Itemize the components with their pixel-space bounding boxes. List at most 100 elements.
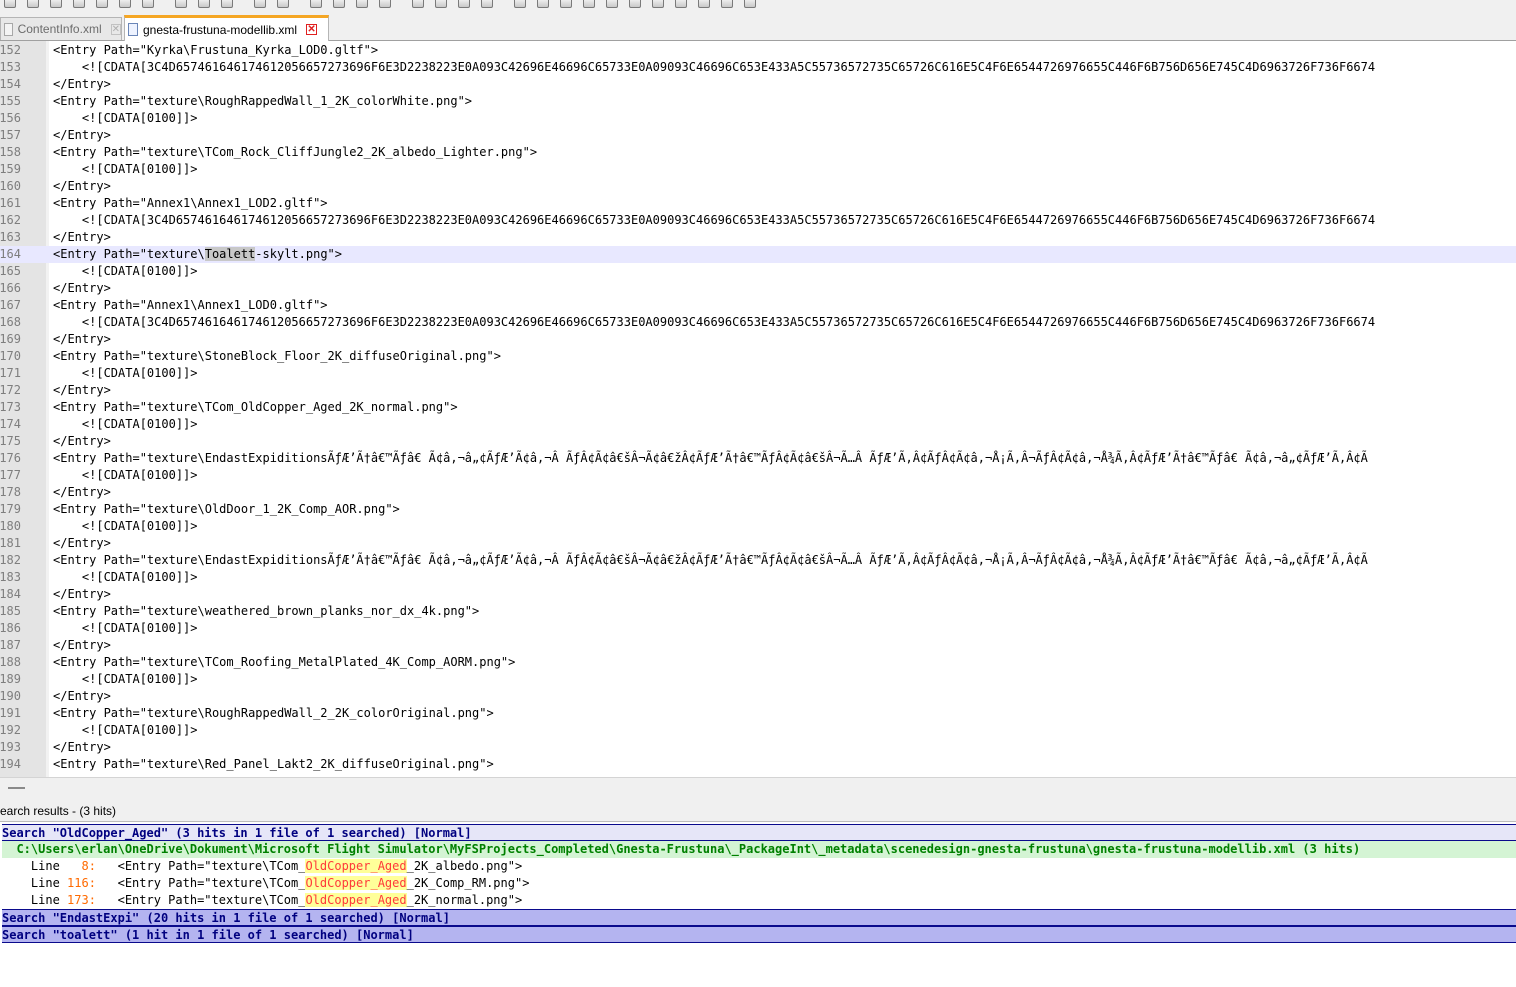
- code-line[interactable]: 190 </Entry>: [0, 688, 1516, 705]
- close-icon[interactable]: ✕: [110, 23, 121, 35]
- lang-icon[interactable]: [537, 0, 549, 8]
- code-line[interactable]: 173 <Entry Path="texture\TCom_OldCopper_A…: [0, 399, 1516, 416]
- word-wrap-icon[interactable]: [458, 0, 470, 8]
- zoom-out-icon[interactable]: [379, 0, 391, 8]
- code-line[interactable]: 162 <![CDATA[3C4D65746164617461205665727…: [0, 212, 1516, 229]
- code-line[interactable]: 152 <Entry Path="Kyrka\Frustuna_Kyrka_LOD…: [0, 42, 1516, 59]
- code-line[interactable]: 174 <![CDATA[0100]]>: [0, 416, 1516, 433]
- panel-splitter[interactable]: [0, 777, 1516, 801]
- new-file-icon[interactable]: [4, 0, 16, 8]
- code-line[interactable]: 187 </Entry>: [0, 637, 1516, 654]
- copy-icon[interactable]: [198, 0, 210, 8]
- close-icon[interactable]: [96, 0, 108, 8]
- line-number: 168: [0, 315, 21, 329]
- code-line[interactable]: 155 <Entry Path="texture\RoughRappedWall_…: [0, 93, 1516, 110]
- line-code: <Entry Path="texture\OldDoor_1_2K_Comp_A…: [53, 502, 400, 516]
- code-line[interactable]: 159 <![CDATA[0100]]>: [0, 161, 1516, 178]
- code-line[interactable]: 186 <![CDATA[0100]]>: [0, 620, 1516, 637]
- code-line[interactable]: 184 </Entry>: [0, 586, 1516, 603]
- toolbar: [0, 0, 1516, 12]
- code-line[interactable]: 192 <![CDATA[0100]]>: [0, 722, 1516, 739]
- code-line[interactable]: 166 </Entry>: [0, 280, 1516, 297]
- code-editor[interactable]: 152 <Entry Path="Kyrka\Frustuna_Kyrka_LOD…: [0, 41, 1516, 777]
- code-line[interactable]: 194 <Entry Path="texture\Red_Panel_Lakt2_…: [0, 756, 1516, 773]
- code-line[interactable]: 163 </Entry>: [0, 229, 1516, 246]
- line-number: 185: [0, 604, 21, 618]
- code-line[interactable]: 153 <![CDATA[3C4D65746164617461205665727…: [0, 59, 1516, 76]
- undo-icon[interactable]: [254, 0, 266, 8]
- redo-icon[interactable]: [277, 0, 289, 8]
- code-line[interactable]: 177 <![CDATA[0100]]>: [0, 467, 1516, 484]
- current-line[interactable]: 164 <Entry Path="texture\Toalett-skylt.pn…: [0, 246, 1516, 263]
- play-icon[interactable]: [698, 0, 710, 8]
- search-header[interactable]: Search "OldCopper_Aged" (3 hits in 1 fil…: [2, 824, 1516, 841]
- cut-icon[interactable]: [175, 0, 187, 8]
- function-list-icon[interactable]: [583, 0, 595, 8]
- code-line[interactable]: 176 <Entry Path="texture\EndastExpidition…: [0, 450, 1516, 467]
- play-multiple-icon[interactable]: [721, 0, 733, 8]
- code-text: -skylt.png">: [255, 247, 342, 261]
- sync-v-icon[interactable]: [412, 0, 424, 8]
- zoom-in-icon[interactable]: [356, 0, 368, 8]
- code-line[interactable]: 182 <Entry Path="texture\EndastExpidition…: [0, 552, 1516, 569]
- replace-icon[interactable]: [333, 0, 345, 8]
- code-line[interactable]: 165 <![CDATA[0100]]>: [0, 263, 1516, 280]
- search-result-file[interactable]: C:\Users\erlan\OneDrive\Dokument\Microso…: [2, 841, 1516, 858]
- open-file-icon[interactable]: [27, 0, 39, 8]
- code-line[interactable]: 175 </Entry>: [0, 433, 1516, 450]
- indent-guide-icon[interactable]: [514, 0, 526, 8]
- sync-h-icon[interactable]: [435, 0, 447, 8]
- code-line[interactable]: 172 </Entry>: [0, 382, 1516, 399]
- monitor-icon[interactable]: [629, 0, 641, 8]
- search-result-line[interactable]: Line 173: <Entry Path="texture\TCom_OldC…: [2, 892, 1516, 909]
- code-line[interactable]: 191 <Entry Path="texture\RoughRappedWall_…: [0, 705, 1516, 722]
- code-line[interactable]: 160 </Entry>: [0, 178, 1516, 195]
- code-line[interactable]: 188 <Entry Path="texture\TCom_Roofing_Met…: [0, 654, 1516, 671]
- code-line[interactable]: 180 <![CDATA[0100]]>: [0, 518, 1516, 535]
- line-code: <Entry Path="Annex1\Annex1_LOD0.gltf">: [53, 298, 328, 312]
- code-line[interactable]: 167 <Entry Path="Annex1\Annex1_LOD0.gltf"…: [0, 297, 1516, 314]
- print-icon[interactable]: [142, 0, 154, 8]
- all-chars-icon[interactable]: [481, 0, 493, 8]
- line-code: <Entry Path="texture\TCom_Roofing_MetalP…: [53, 655, 516, 669]
- code-line[interactable]: 179 <Entry Path="texture\OldDoor_1_2K_Com…: [0, 501, 1516, 518]
- paste-icon[interactable]: [221, 0, 233, 8]
- result-text: <Entry Path="texture\TCom_: [95, 859, 306, 873]
- code-line[interactable]: 169 </Entry>: [0, 331, 1516, 348]
- code-line[interactable]: 185 <Entry Path="texture\weathered_brown_…: [0, 603, 1516, 620]
- code-line[interactable]: 170 <Entry Path="texture\StoneBlock_Floor…: [0, 348, 1516, 365]
- search-header[interactable]: Search "EndastExpi" (20 hits in 1 file o…: [2, 909, 1516, 926]
- save-macro-icon[interactable]: [744, 0, 756, 8]
- code-line[interactable]: 168 <![CDATA[3C4D65746164617461205665727…: [0, 314, 1516, 331]
- line-number: 194: [0, 757, 21, 771]
- line-number: 181: [0, 536, 21, 550]
- code-line[interactable]: 193 </Entry>: [0, 739, 1516, 756]
- search-results-panel[interactable]: Search "OldCopper_Aged" (3 hits in 1 fil…: [0, 822, 1516, 987]
- close-all-icon[interactable]: [119, 0, 131, 8]
- code-line[interactable]: 157 </Entry>: [0, 127, 1516, 144]
- search-header[interactable]: Search "toalett" (1 hit in 1 file of 1 s…: [2, 926, 1516, 943]
- save-all-icon[interactable]: [73, 0, 85, 8]
- stop-icon[interactable]: [675, 0, 687, 8]
- code-line[interactable]: 183 <![CDATA[0100]]>: [0, 569, 1516, 586]
- tab-contentinfo[interactable]: ContentInfo.xml ✕: [0, 17, 122, 40]
- tab-gnesta-frustuna-modellib[interactable]: gnesta-frustuna-modellib.xml ✕: [124, 15, 329, 41]
- code-line[interactable]: 181 </Entry>: [0, 535, 1516, 552]
- line-label: Line: [2, 859, 68, 873]
- line-number: 163: [0, 230, 21, 244]
- save-icon[interactable]: [50, 0, 62, 8]
- code-line[interactable]: 171 <![CDATA[0100]]>: [0, 365, 1516, 382]
- code-line[interactable]: 154 </Entry>: [0, 76, 1516, 93]
- code-line[interactable]: 178 </Entry>: [0, 484, 1516, 501]
- find-icon[interactable]: [310, 0, 322, 8]
- search-result-line[interactable]: Line 8: <Entry Path="texture\TCom_OldCop…: [2, 858, 1516, 875]
- close-icon[interactable]: ✕: [306, 24, 318, 35]
- record-icon[interactable]: [652, 0, 664, 8]
- code-line[interactable]: 189 <![CDATA[0100]]>: [0, 671, 1516, 688]
- search-result-line[interactable]: Line 116: <Entry Path="texture\TCom_OldC…: [2, 875, 1516, 892]
- code-line[interactable]: 161 <Entry Path="Annex1\Annex1_LOD2.gltf"…: [0, 195, 1516, 212]
- doc-map-icon[interactable]: [560, 0, 572, 8]
- code-line[interactable]: 158 <Entry Path="texture\TCom_Rock_CliffJ…: [0, 144, 1516, 161]
- folder-icon[interactable]: [606, 0, 618, 8]
- code-line[interactable]: 156 <![CDATA[0100]]>: [0, 110, 1516, 127]
